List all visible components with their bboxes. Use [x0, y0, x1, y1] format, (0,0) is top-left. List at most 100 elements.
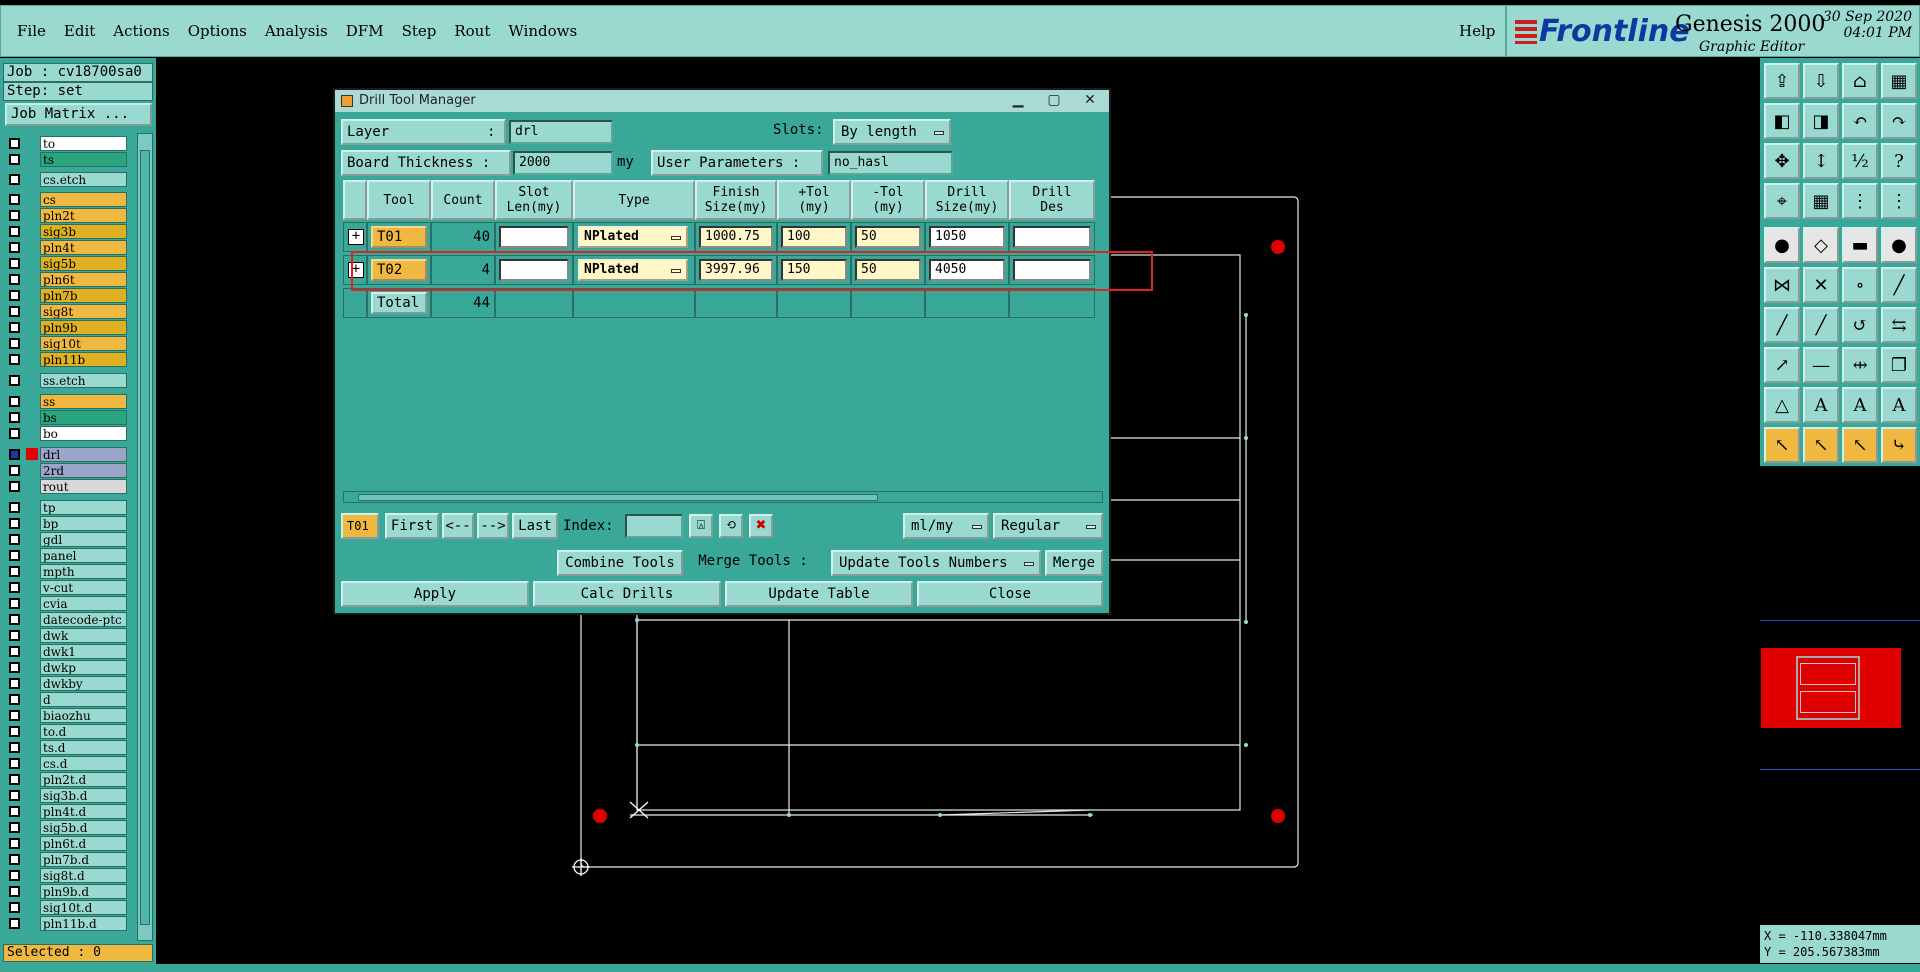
- layer-checkbox[interactable]: [9, 758, 20, 769]
- measure-icon[interactable]: ⌖: [1764, 183, 1800, 219]
- cross-icon[interactable]: ✕: [1803, 267, 1839, 303]
- pointer2-icon[interactable]: ↖: [1803, 427, 1839, 463]
- layer-checkbox[interactable]: [9, 678, 20, 689]
- zoom-vertical-icon[interactable]: ↕: [1803, 143, 1839, 179]
- next-button[interactable]: -->: [477, 513, 509, 539]
- zoom-fit-icon[interactable]: ✥: [1764, 143, 1800, 179]
- layer-row-pln2t.d[interactable]: pln2t.d: [4, 772, 133, 787]
- layer-checkbox[interactable]: [9, 290, 20, 301]
- layer-checkbox[interactable]: [9, 481, 20, 492]
- layer-checkbox[interactable]: [9, 806, 20, 817]
- layer-checkbox[interactable]: [9, 662, 20, 673]
- shape-icon[interactable]: ◇: [1803, 227, 1839, 263]
- layer-row-ss.etch[interactable]: ss.etch: [4, 373, 133, 388]
- layer-checkbox[interactable]: [9, 138, 20, 149]
- snap-icon[interactable]: ⋮: [1842, 183, 1878, 219]
- layer-row-to.d[interactable]: to.d: [4, 724, 133, 739]
- maximize-icon[interactable]: ▢: [1041, 92, 1067, 110]
- layer-row-mpth[interactable]: mpth: [4, 564, 133, 579]
- layer-checkbox[interactable]: [9, 428, 20, 439]
- minimize-icon[interactable]: ▁: [1005, 92, 1031, 110]
- layer-checkbox[interactable]: [9, 518, 20, 529]
- point-icon[interactable]: ∘: [1842, 267, 1878, 303]
- layer-row-ts[interactable]: ts: [4, 152, 133, 167]
- layer-checkbox[interactable]: [9, 870, 20, 881]
- layer-checkbox[interactable]: [9, 194, 20, 205]
- layer-row-sig10t[interactable]: sig10t: [4, 336, 133, 351]
- scroll-thumb[interactable]: [358, 494, 878, 501]
- grid-icon[interactable]: ▦: [1803, 183, 1839, 219]
- layer-checkbox[interactable]: [9, 886, 20, 897]
- thickness-field[interactable]: 2000: [513, 151, 613, 175]
- layer-row-cs[interactable]: cs: [4, 192, 133, 207]
- layer-row-ts.d[interactable]: ts.d: [4, 740, 133, 755]
- layer-checkbox[interactable]: [9, 502, 20, 513]
- copy-icon[interactable]: ❐: [1881, 347, 1917, 383]
- route-icon[interactable]: ⤷: [1881, 427, 1917, 463]
- minus-icon[interactable]: —: [1803, 347, 1839, 383]
- drill-size-input[interactable]: 1050: [929, 226, 1005, 248]
- minus-tol-input[interactable]: 50: [855, 226, 921, 248]
- user-params-field[interactable]: no_hasl: [828, 151, 953, 175]
- layer-row-sig8t.d[interactable]: sig8t.d: [4, 868, 133, 883]
- menu-options[interactable]: Options: [186, 22, 249, 40]
- layer-row-ss[interactable]: ss: [4, 394, 133, 409]
- layer-checkbox[interactable]: [9, 449, 20, 460]
- layer-row-sig3b[interactable]: sig3b: [4, 224, 133, 239]
- tool-cell[interactable]: T01: [367, 222, 431, 252]
- stretch-icon[interactable]: ⇹: [1842, 347, 1878, 383]
- panel-left-icon[interactable]: ◧: [1764, 103, 1800, 139]
- mode-combo[interactable]: Regular: [993, 513, 1103, 539]
- layer-row-tp[interactable]: tp: [4, 500, 133, 515]
- layer-row-pln2t[interactable]: pln2t: [4, 208, 133, 223]
- circle-icon[interactable]: ●: [1881, 227, 1917, 263]
- menu-step[interactable]: Step: [400, 22, 439, 40]
- layer-checkbox[interactable]: [9, 630, 20, 641]
- layer-checkbox[interactable]: [9, 226, 20, 237]
- layer-row-rout[interactable]: rout: [4, 479, 133, 494]
- menu-dfm[interactable]: DFM: [344, 22, 386, 40]
- layer-row-2rd[interactable]: 2rd: [4, 463, 133, 478]
- layer-scrollbar[interactable]: [137, 133, 153, 941]
- layer-row-pln6t[interactable]: pln6t: [4, 272, 133, 287]
- layer-checkbox[interactable]: [9, 790, 20, 801]
- text-a3-icon[interactable]: A: [1881, 387, 1917, 423]
- layer-row-pln4t[interactable]: pln4t: [4, 240, 133, 255]
- pointer3-icon[interactable]: ↖: [1842, 427, 1878, 463]
- layer-row-sig10t.d[interactable]: sig10t.d: [4, 900, 133, 915]
- layer-row-pln9b.d[interactable]: pln9b.d: [4, 884, 133, 899]
- layer-row-cs.etch[interactable]: cs.etch: [4, 172, 133, 187]
- line2-icon[interactable]: ╱: [1803, 307, 1839, 343]
- layer-checkbox[interactable]: [9, 338, 20, 349]
- apply-button[interactable]: Apply: [341, 581, 529, 607]
- help-icon[interactable]: ?: [1881, 143, 1917, 179]
- layer-checkbox[interactable]: [9, 902, 20, 913]
- delete-icon[interactable]: ✖: [749, 514, 773, 538]
- prev-button[interactable]: <--: [442, 513, 474, 539]
- redo-icon[interactable]: ↷: [1881, 103, 1917, 139]
- layer-row-datecode-ptc[interactable]: datecode-ptc: [4, 612, 133, 627]
- menu-analysis[interactable]: Analysis: [263, 22, 330, 40]
- layer-row-pln7b[interactable]: pln7b: [4, 288, 133, 303]
- layer-checkbox[interactable]: [9, 550, 20, 561]
- layer-checkbox[interactable]: [9, 822, 20, 833]
- layer-row-dwk1[interactable]: dwk1: [4, 644, 133, 659]
- layer-checkbox[interactable]: [9, 354, 20, 365]
- file-upload-icon[interactable]: ⇪: [1764, 63, 1800, 99]
- layer-row-pln11b.d[interactable]: pln11b.d: [4, 916, 133, 931]
- scale-icon[interactable]: ½: [1842, 143, 1878, 179]
- tool-id[interactable]: T01: [371, 226, 427, 248]
- layer-checkbox[interactable]: [9, 582, 20, 593]
- layer-row-biaozhu[interactable]: biaozhu: [4, 708, 133, 723]
- layer-row-sig8t[interactable]: sig8t: [4, 304, 133, 319]
- menu-rout[interactable]: Rout: [452, 22, 492, 40]
- layer-row-pln11b[interactable]: pln11b: [4, 352, 133, 367]
- layer-checkbox[interactable]: [9, 465, 20, 476]
- menu-windows[interactable]: Windows: [506, 22, 579, 40]
- close-icon[interactable]: ✕: [1077, 92, 1103, 110]
- text-a-icon[interactable]: A: [1803, 387, 1839, 423]
- layer-checkbox[interactable]: [9, 838, 20, 849]
- drill-des-input[interactable]: [1013, 226, 1091, 248]
- layer-checkbox[interactable]: [9, 210, 20, 221]
- layer-checkbox[interactable]: [9, 306, 20, 317]
